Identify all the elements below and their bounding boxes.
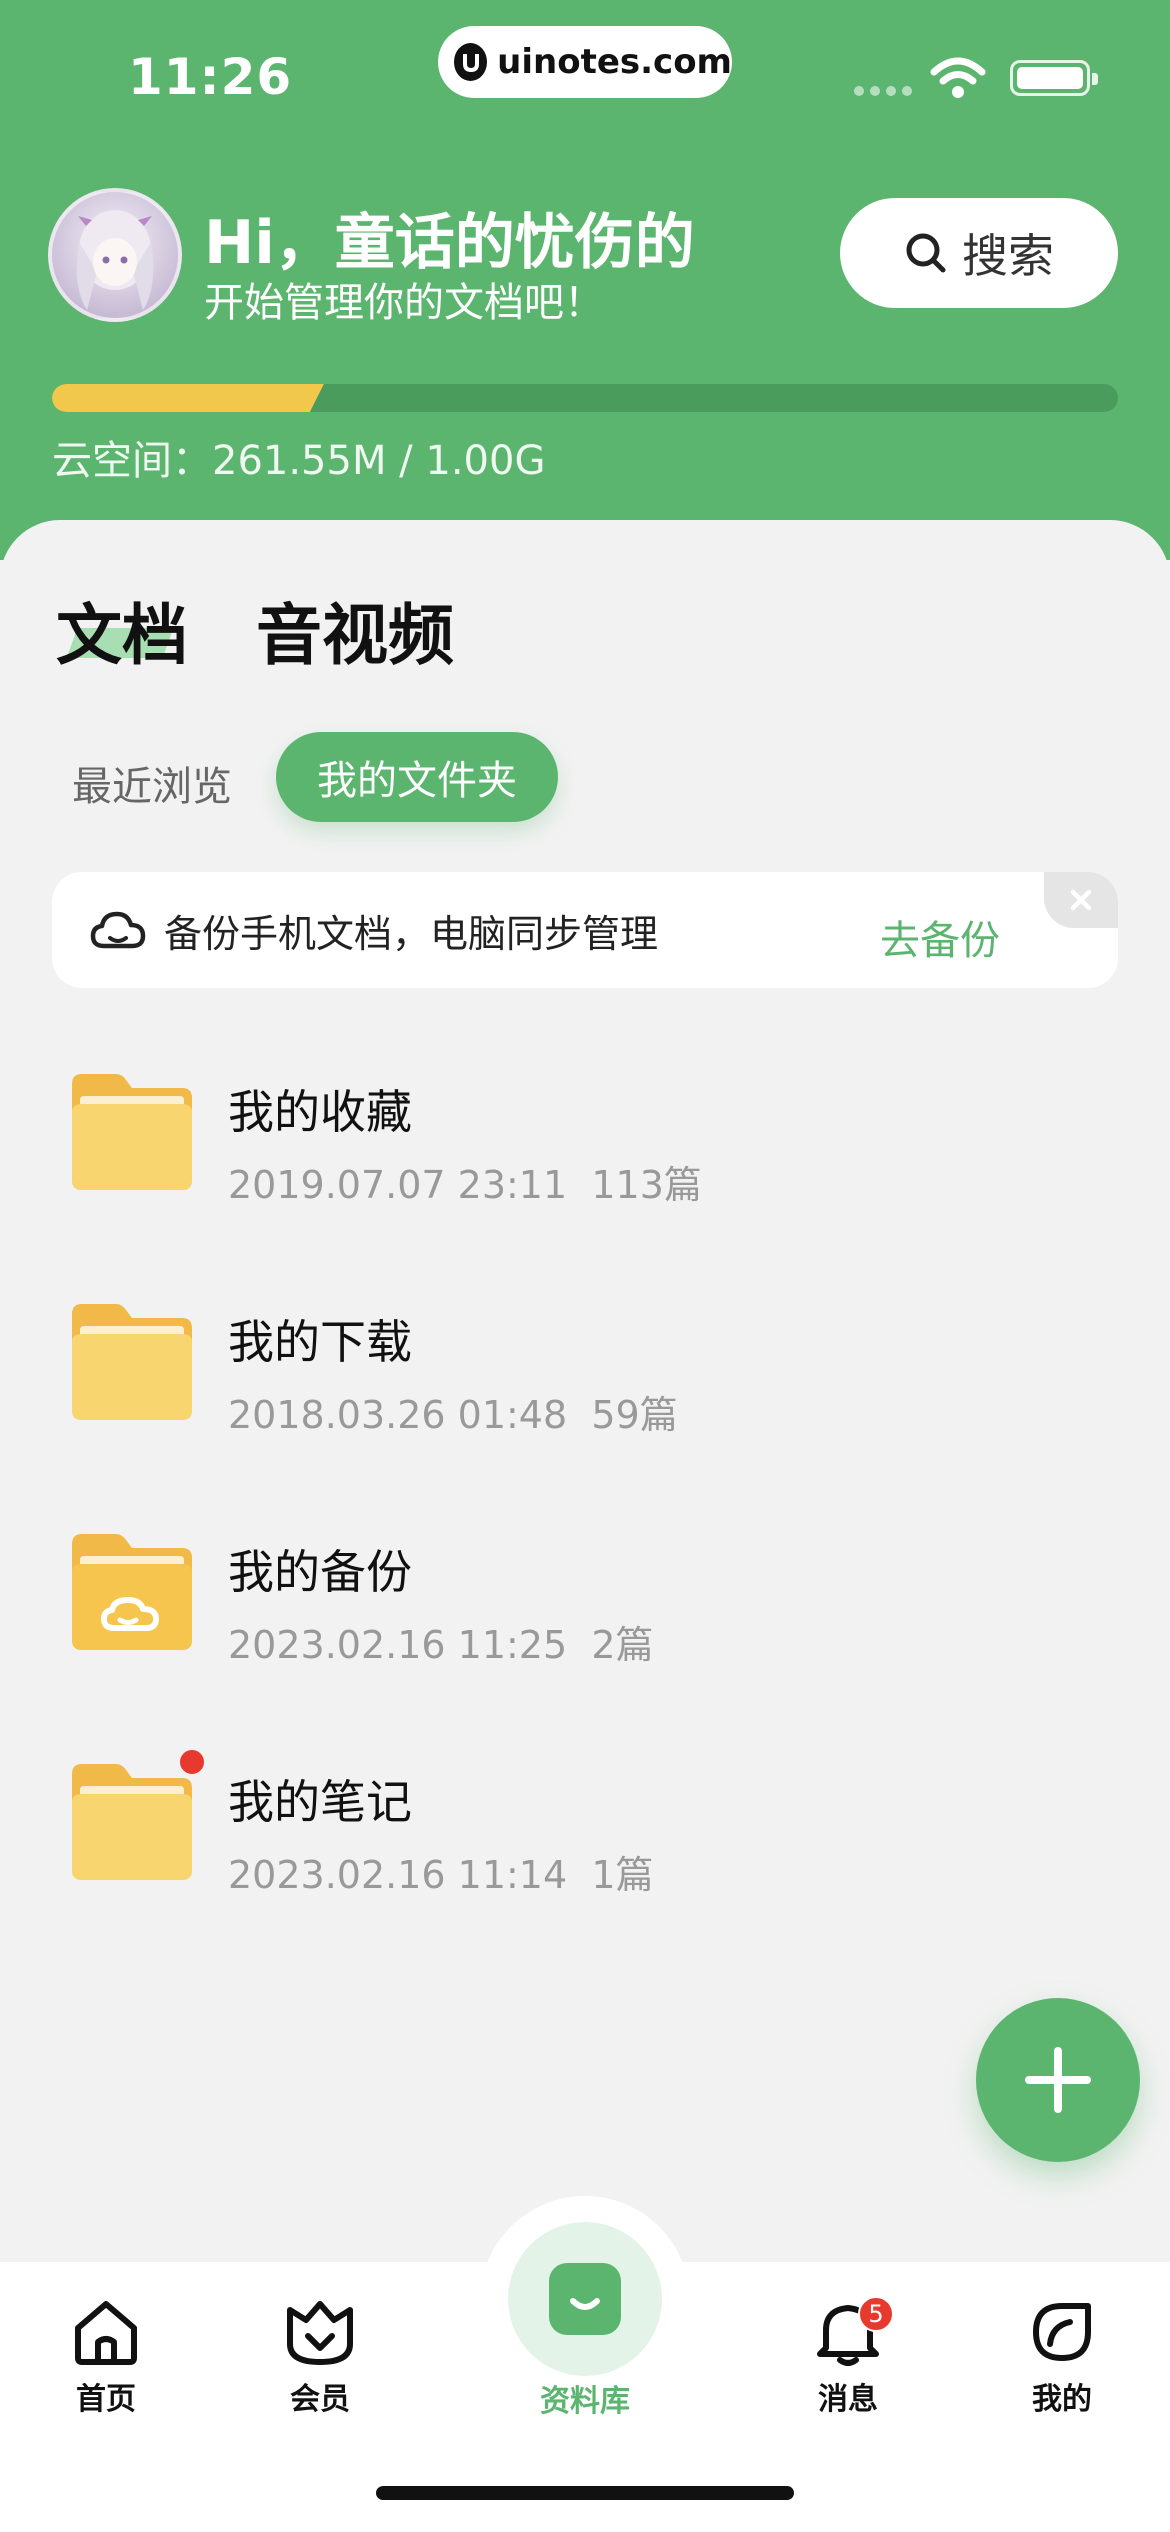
subtab-my-folders[interactable]: 我的文件夹 [276, 732, 558, 822]
storage-progress-fill [52, 384, 324, 412]
folder-date: 2018.03.26 01:48 [228, 1393, 568, 1437]
nav-item-library[interactable] [508, 2222, 662, 2376]
list-item[interactable]: 我的笔记 2023.02.16 11:14 1篇 [0, 1710, 1170, 1910]
folder-count: 1篇 [591, 1853, 654, 1897]
folder-icon [72, 1304, 192, 1420]
battery-icon [1010, 60, 1098, 96]
folder-name: 我的笔记 [228, 1775, 412, 1829]
search-button[interactable]: 搜索 [840, 198, 1118, 308]
cloud-icon [90, 911, 146, 949]
nav-label-messages: 消息 [818, 2382, 878, 2417]
list-item[interactable]: 我的收藏 2019.07.07 23:11 113篇 [0, 1020, 1170, 1220]
avatar[interactable] [48, 188, 182, 322]
nav-item-home[interactable]: 首页 [36, 2296, 176, 2418]
content-card: 文档 音视频 最近浏览 我的文件夹 备份手机文档，电脑同步管理 去备份 我的收藏… [0, 520, 1170, 2260]
tab-audio-video[interactable]: 音视频 [256, 582, 454, 678]
search-icon [906, 233, 946, 273]
home-icon [75, 2301, 137, 2365]
storage-usage-text: 云空间：261.55M / 1.00G [52, 438, 546, 484]
folder-count: 113篇 [591, 1163, 702, 1207]
folder-icon [72, 1074, 192, 1190]
library-icon [549, 2263, 621, 2335]
list-item[interactable]: 我的下载 2018.03.26 01:48 59篇 [0, 1250, 1170, 1450]
backup-banner-text: 备份手机文档，电脑同步管理 [164, 911, 659, 956]
greeting-subtitle: 开始管理你的文档吧！ [204, 280, 604, 326]
folder-date: 2019.07.07 23:11 [228, 1163, 568, 1207]
folder-meta: 2023.02.16 11:25 2篇 [228, 1614, 654, 1669]
greeting-title: Hi，童话的忧伤的 [204, 208, 695, 278]
nav-label-home: 首页 [76, 2382, 136, 2417]
nav-item-mine[interactable]: 我的 [992, 2296, 1132, 2418]
backup-banner[interactable]: 备份手机文档，电脑同步管理 去备份 [52, 872, 1118, 988]
banner-close-button[interactable] [1044, 872, 1118, 928]
home-indicator [376, 2486, 794, 2500]
cloud-folder-icon [72, 1534, 192, 1650]
header: 11:26 uinotes.com Hi，童话的忧伤的 开始管理你的文档吧！ 搜… [0, 0, 1170, 560]
url-text: uinotes.com [497, 42, 732, 82]
storage-progress-bar [52, 384, 1118, 412]
folder-date: 2023.02.16 11:25 [228, 1623, 568, 1667]
nav-label-mine: 我的 [1032, 2382, 1092, 2417]
profile-icon [1033, 2303, 1091, 2361]
search-label: 搜索 [962, 229, 1054, 283]
go-backup-link[interactable]: 去备份 [880, 908, 1000, 966]
folder-name: 我的收藏 [228, 1085, 412, 1139]
wifi-icon [930, 57, 986, 98]
status-time: 11:26 [128, 48, 293, 106]
nav-label-library: 资料库 [540, 2384, 630, 2419]
folder-meta: 2019.07.07 23:11 113篇 [228, 1154, 702, 1209]
tab-documents[interactable]: 文档 [56, 582, 188, 678]
folder-meta: 2018.03.26 01:48 59篇 [228, 1384, 678, 1439]
folder-name: 我的下载 [228, 1315, 412, 1369]
crown-badge-icon [287, 2301, 353, 2365]
folder-meta: 2023.02.16 11:14 1篇 [228, 1844, 654, 1899]
folder-date: 2023.02.16 11:14 [228, 1853, 568, 1897]
close-icon [1070, 889, 1092, 911]
add-button[interactable] [976, 1998, 1140, 2162]
url-pill: uinotes.com [438, 26, 732, 98]
list-item[interactable]: 我的备份 2023.02.16 11:25 2篇 [0, 1480, 1170, 1680]
folder-count: 2篇 [591, 1623, 654, 1667]
nav-item-vip[interactable]: 会员 [250, 2296, 390, 2418]
cellular-signal-icon [854, 86, 912, 96]
nav-item-messages[interactable]: 消息 [778, 2296, 918, 2418]
folder-icon [72, 1764, 192, 1880]
messages-badge: 5 [858, 2296, 894, 2332]
subtab-recent[interactable]: 最近浏览 [72, 754, 232, 812]
folder-name: 我的备份 [228, 1545, 412, 1599]
uinotes-logo-icon [454, 43, 488, 81]
unread-dot [180, 1750, 204, 1774]
nav-label-vip: 会员 [290, 2382, 350, 2417]
folder-count: 59篇 [591, 1393, 678, 1437]
plus-icon [1025, 2047, 1091, 2113]
